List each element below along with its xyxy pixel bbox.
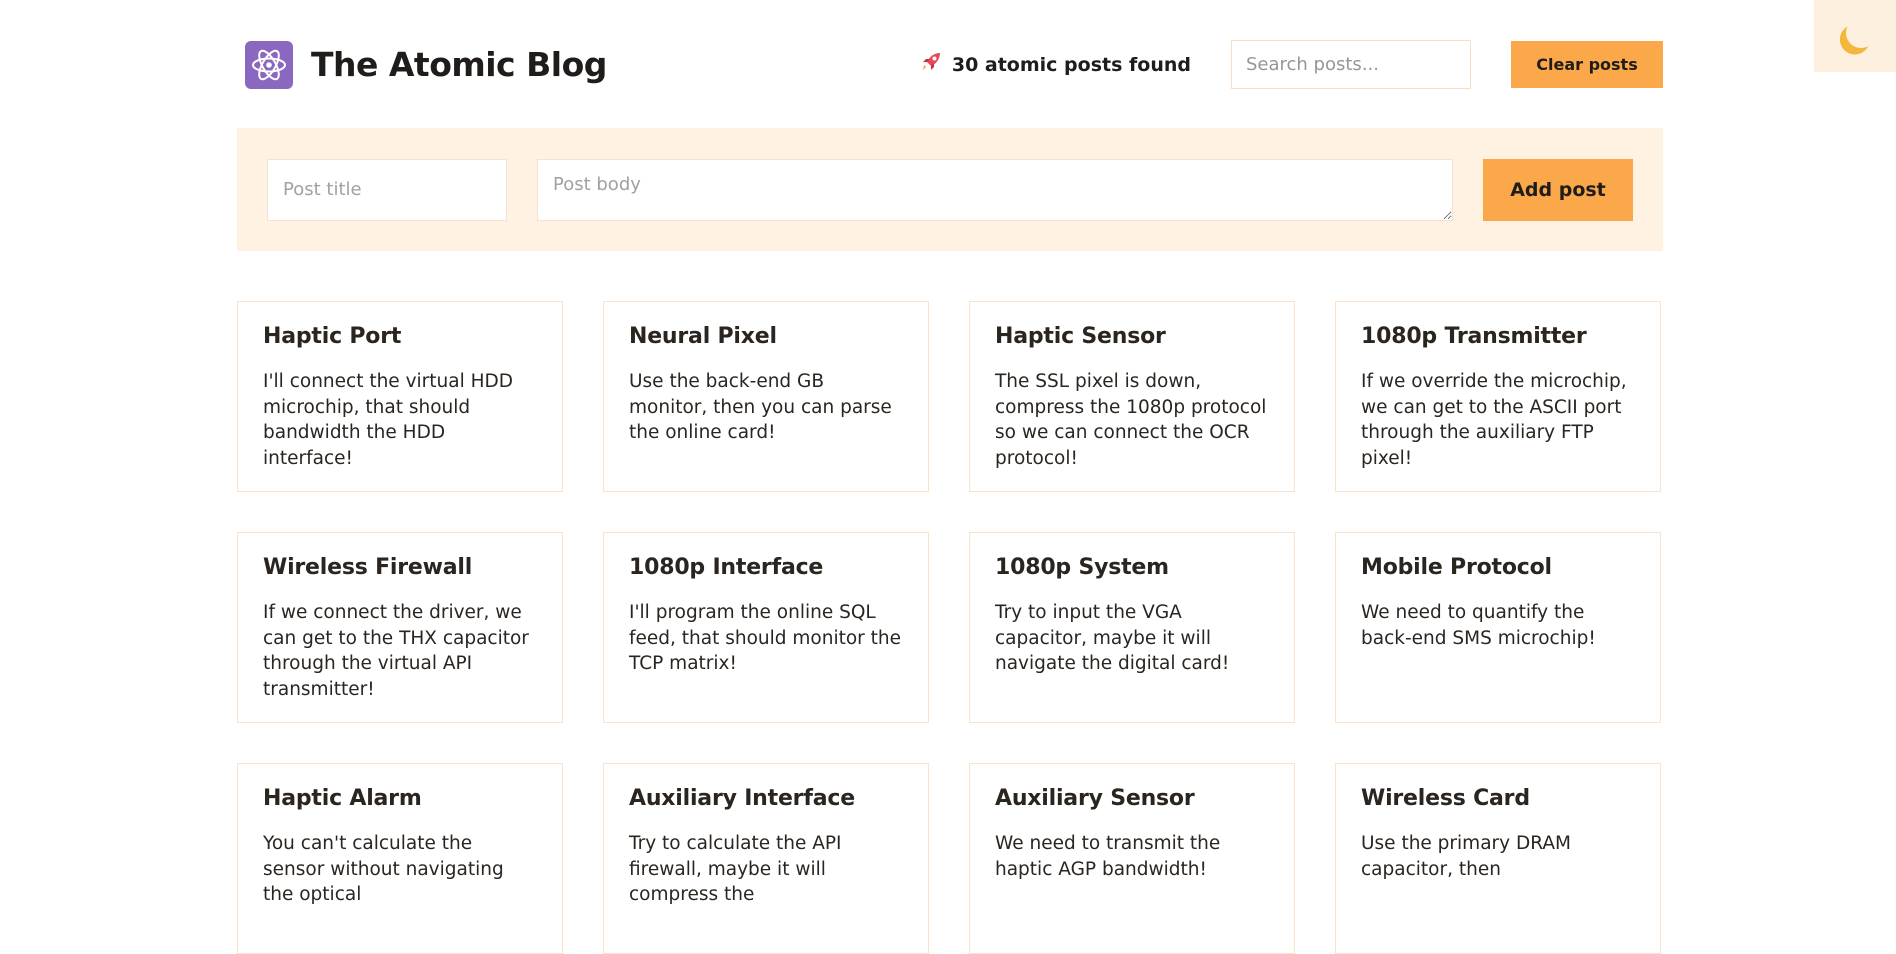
- post-body: Try to calculate the API firewall, maybe…: [629, 833, 842, 905]
- post-card: Haptic Sensor The SSL pixel is down, com…: [969, 301, 1295, 492]
- post-body: You can't calculate the sensor without n…: [263, 833, 504, 905]
- rocket-icon: [920, 51, 942, 78]
- post-title: 1080p Interface: [629, 555, 824, 580]
- post-title: Wireless Firewall: [263, 555, 473, 580]
- post-title: Haptic Sensor: [995, 324, 1166, 349]
- post-card: Haptic Alarm You can't calculate the sen…: [237, 763, 563, 954]
- post-card: 1080p Interface I'll program the online …: [603, 532, 929, 723]
- post-title: Haptic Port: [263, 324, 402, 349]
- add-post-button[interactable]: Add post: [1483, 158, 1633, 221]
- post-card: Auxiliary Sensor We need to transmit the…: [969, 763, 1295, 954]
- post-body: Try to input the VGA capacitor, maybe it…: [995, 602, 1230, 674]
- post-title: Auxiliary Interface: [629, 786, 855, 811]
- add-post-form: Add post: [237, 128, 1663, 251]
- post-body: I'll program the online SQL feed, that s…: [629, 602, 902, 674]
- post-body: Use the back-end GB monitor, then you ca…: [629, 371, 892, 443]
- post-body: We need to transmit the haptic AGP bandw…: [995, 833, 1221, 880]
- posts-count-label: 30 atomic posts found: [951, 53, 1191, 76]
- post-title: Auxiliary Sensor: [995, 786, 1195, 811]
- post-title: 1080p System: [995, 555, 1169, 580]
- post-card: Haptic Port I'll connect the virtual HDD…: [237, 301, 563, 492]
- moon-icon: [1842, 14, 1880, 52]
- site-header: The Atomic Blog 30 atomic posts found Cl…: [237, 35, 1663, 94]
- post-body: I'll connect the virtual HDD microchip, …: [263, 371, 514, 469]
- posts-count: 30 atomic posts found: [920, 51, 1191, 78]
- post-body-input[interactable]: [537, 158, 1453, 221]
- post-body: Use the primary DRAM capacitor, then: [1361, 833, 1571, 880]
- post-title: Haptic Alarm: [263, 786, 422, 811]
- post-card: 1080p System Try to input the VGA capaci…: [969, 532, 1295, 723]
- post-card: Wireless Card Use the primary DRAM capac…: [1335, 763, 1661, 954]
- posts-grid: Haptic Port I'll connect the virtual HDD…: [237, 301, 1663, 954]
- post-body: If we override the microchip, we can get…: [1361, 371, 1627, 469]
- header-actions: 30 atomic posts found Clear posts: [920, 40, 1663, 89]
- post-title: Neural Pixel: [629, 324, 777, 349]
- atom-icon: [245, 40, 293, 89]
- post-card: Auxiliary Interface Try to calculate the…: [603, 763, 929, 954]
- post-title: Mobile Protocol: [1361, 555, 1552, 580]
- post-card: Neural Pixel Use the back-end GB monitor…: [603, 301, 929, 492]
- post-card: 1080p Transmitter If we override the mic…: [1335, 301, 1661, 492]
- post-card: Mobile Protocol We need to quantify the …: [1335, 532, 1661, 723]
- clear-posts-button[interactable]: Clear posts: [1511, 41, 1663, 88]
- theme-toggle-button[interactable]: [1814, 0, 1896, 72]
- search-input[interactable]: [1231, 40, 1471, 89]
- post-title: 1080p Transmitter: [1361, 324, 1587, 349]
- page-title: The Atomic Blog: [311, 45, 607, 84]
- post-card: Wireless Firewall If we connect the driv…: [237, 532, 563, 723]
- post-title-input[interactable]: [267, 158, 507, 221]
- post-body: We need to quantify the back-end SMS mic…: [1361, 602, 1596, 649]
- post-body: The SSL pixel is down, compress the 1080…: [995, 371, 1267, 469]
- post-title: Wireless Card: [1361, 786, 1530, 811]
- post-body: If we connect the driver, we can get to …: [263, 602, 529, 700]
